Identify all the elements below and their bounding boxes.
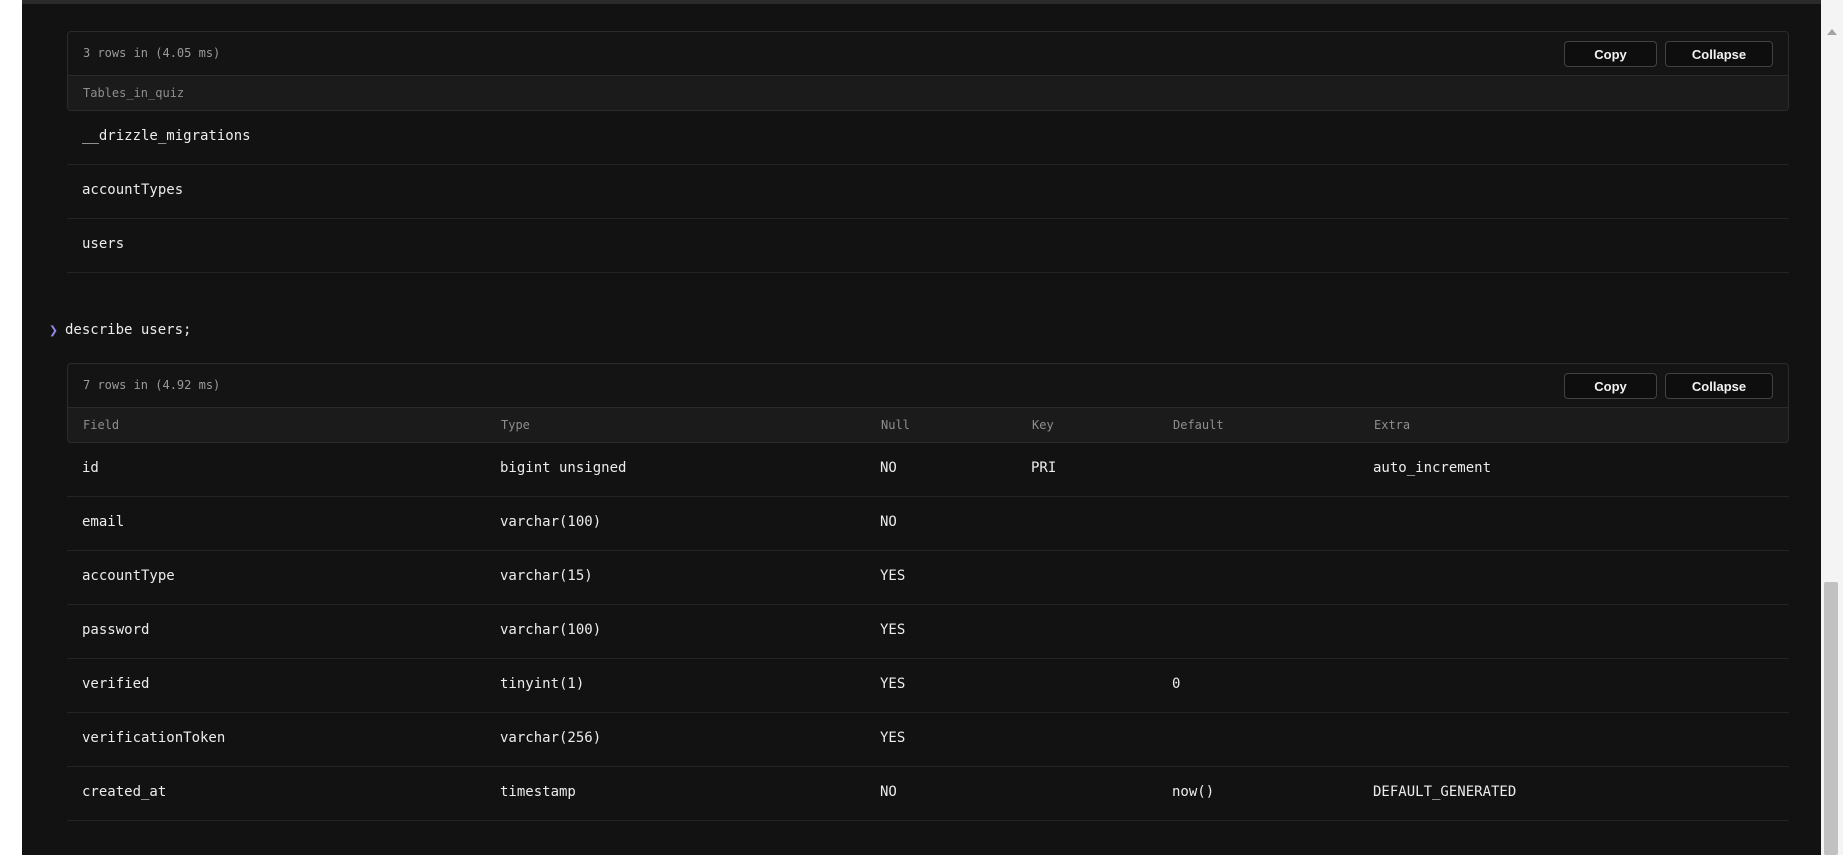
table-row: accountTypes bbox=[67, 165, 1789, 219]
command-text: describe users; bbox=[65, 322, 192, 338]
table-cell: varchar(15) bbox=[500, 568, 593, 584]
table-row: email varchar(100) NO bbox=[67, 497, 1789, 551]
table-row: id bigint unsigned NO PRI auto_increment bbox=[67, 443, 1789, 497]
table-cell: auto_increment bbox=[1373, 460, 1492, 476]
column-header-extra: Extra bbox=[1374, 418, 1411, 432]
scrollbar-thumb[interactable] bbox=[1824, 582, 1838, 855]
table-cell: YES bbox=[880, 730, 906, 746]
table-cell: users bbox=[82, 236, 125, 252]
table-row: verified tinyint(1) YES 0 bbox=[67, 659, 1789, 713]
collapse-rows-button[interactable]: Collapse rows bbox=[1665, 373, 1773, 420]
collapse-rows-button[interactable]: Collapse rows bbox=[1665, 41, 1773, 88]
row-count-text: 3 rows in (4.05 ms) bbox=[83, 46, 221, 60]
table-cell: PRI bbox=[1031, 460, 1057, 476]
column-header-type: Type bbox=[501, 418, 530, 432]
table-cell: email bbox=[82, 514, 125, 530]
table-cell: timestamp bbox=[500, 784, 576, 800]
table-cell: tinyint(1) bbox=[500, 676, 585, 692]
table-row: password varchar(100) YES bbox=[67, 605, 1789, 659]
copy-query-button[interactable]: Copy query bbox=[1564, 373, 1657, 420]
table-cell: password bbox=[82, 622, 150, 638]
chevron-right-icon: ❯ bbox=[49, 321, 59, 339]
result-header: 3 rows in (4.05 ms) Copy query Collapse … bbox=[67, 31, 1789, 88]
table-cell: NO bbox=[880, 784, 897, 800]
table-cell: varchar(100) bbox=[500, 622, 602, 638]
column-header-tables-in-quiz: Tables_in_quiz bbox=[83, 86, 185, 100]
table-cell: YES bbox=[880, 622, 906, 638]
table-cell: NO bbox=[880, 460, 897, 476]
table-cell: YES bbox=[880, 676, 906, 692]
query-console: 3 rows in (4.05 ms) Copy query Collapse … bbox=[22, 0, 1821, 855]
copy-query-button[interactable]: Copy query bbox=[1564, 41, 1657, 88]
table-cell: id bbox=[82, 460, 99, 476]
table-cell: 0 bbox=[1172, 676, 1181, 692]
table-cell: YES bbox=[880, 568, 906, 584]
table-cell: created_at bbox=[82, 784, 167, 800]
table-cell: bigint unsigned bbox=[500, 460, 627, 476]
table-cell: accountTypes bbox=[82, 182, 184, 198]
table-row: verificationToken varchar(256) YES bbox=[67, 713, 1789, 767]
table-row: users bbox=[67, 219, 1789, 273]
table-row: created_at timestamp NO now() DEFAULT_GE… bbox=[67, 767, 1789, 821]
table-cell: verificationToken bbox=[82, 730, 226, 746]
row-count-text: 7 rows in (4.92 ms) bbox=[83, 378, 221, 392]
column-header-default: Default bbox=[1173, 418, 1224, 432]
table-row: accountType varchar(15) YES bbox=[67, 551, 1789, 605]
table-cell: NO bbox=[880, 514, 897, 530]
column-header-field: Field bbox=[83, 418, 120, 432]
table-cell: varchar(256) bbox=[500, 730, 602, 746]
column-header-null: Null bbox=[881, 418, 910, 432]
column-header-row: Tables_in_quiz bbox=[67, 75, 1789, 111]
table-cell: DEFAULT_GENERATED bbox=[1373, 784, 1517, 800]
column-header-key: Key bbox=[1032, 418, 1054, 432]
table-cell: __drizzle_migrations bbox=[82, 128, 251, 144]
table-cell: verified bbox=[82, 676, 150, 692]
result-header: 7 rows in (4.92 ms) Copy query Collapse … bbox=[67, 363, 1789, 420]
column-header-row: Field Type Null Key Default Extra bbox=[67, 407, 1789, 443]
table-cell: varchar(100) bbox=[500, 514, 602, 530]
table-cell: accountType bbox=[82, 568, 175, 584]
vertical-scrollbar[interactable] bbox=[1821, 0, 1843, 855]
table-cell: now() bbox=[1172, 784, 1215, 800]
scroll-up-arrow-icon[interactable] bbox=[1827, 29, 1837, 35]
table-row: __drizzle_migrations bbox=[67, 111, 1789, 165]
